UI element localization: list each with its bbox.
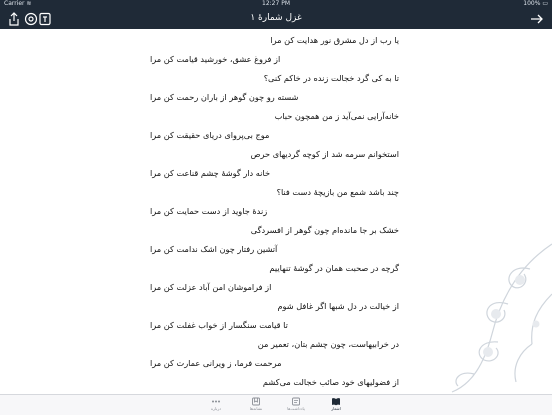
tab-poems[interactable]: اشعار xyxy=(316,395,356,415)
poem-line: استخوانم سرمه شد از کوچه گردیهای حرص xyxy=(250,149,399,159)
tab-label: نشانه‌ها xyxy=(249,406,263,411)
tab-label: درباره xyxy=(210,406,222,411)
poem-line: تا قیامت سنگسار از خواب غفلت کن مرا xyxy=(150,320,288,330)
poem-line: شسته رو چون گوهر از باران رحمت کن مرا xyxy=(150,92,299,102)
poem-line: گرچه در صحبت همان در گوشهٔ تنهاییم xyxy=(269,263,399,273)
note-icon xyxy=(292,397,300,406)
tab-label: یادداشت‌ها xyxy=(287,406,305,411)
tab-bar: درباره نشانه‌ها یادداشت‌ها اشعار xyxy=(0,394,552,415)
page-title: غزل شمارهٔ ۱ xyxy=(250,13,302,23)
poem-line: زندهٔ جاوید از دست حمایت کن مرا xyxy=(150,206,268,216)
status-time: 12:27 PM xyxy=(262,0,290,7)
poem-line: از فضولیهای خود صائب خجالت می‌کشم xyxy=(262,377,399,387)
poem-line: خشک بر جا مانده‌ام چون گوهر از افسردگی xyxy=(250,225,399,235)
poem-content: یا رب از دل مشرق نور هدایت کن مرا از فرو… xyxy=(0,29,552,394)
status-bar: Carrier ≋ 12:27 PM 100% ▭ xyxy=(0,0,552,8)
poem-line: در خرابیهاست، چون چشم بتان، تعمیر من xyxy=(257,339,399,349)
poem-line: آتشین رفتار چون اشک ندامت کن مرا xyxy=(150,244,278,254)
poem-line: خانه دار گوشهٔ چشم قناعت کن مرا xyxy=(150,168,271,178)
tab-notes[interactable]: یادداشت‌ها xyxy=(276,395,316,415)
back-arrow-icon[interactable] xyxy=(530,11,544,25)
poem-line: چند باشد شمع من بازیچهٔ دست فنا؟ xyxy=(276,187,399,197)
floral-decoration-icon xyxy=(451,243,552,393)
info-icon xyxy=(212,400,220,403)
poem-line: یا رب از دل مشرق نور هدایت کن مرا xyxy=(270,35,399,45)
tab-about[interactable]: درباره xyxy=(196,395,236,415)
battery-indicator: 100% ▭ xyxy=(523,0,548,7)
poem-line: تا به کی گرد خجالت زنده در خاکم کنی؟ xyxy=(263,73,399,83)
poem-line: از فراموشان امن آباد عزلت کن مرا xyxy=(150,282,272,292)
poem-line: موج بی‌پروای دریای حقیقت کن مرا xyxy=(150,130,270,140)
poem-line: مرحمت فرما، ز ویرانی عمارت کن مرا xyxy=(150,358,282,368)
poem-line: خانه‌آرایی نمی‌آید ز من همچون حباب xyxy=(274,111,399,121)
poem-line: از فروغ عشق، خورشید قیامت کن مرا xyxy=(150,54,281,64)
bookmark-icon xyxy=(252,397,260,406)
tab-label: اشعار xyxy=(331,406,341,411)
tab-bookmarks[interactable]: نشانه‌ها xyxy=(236,395,276,415)
navigation-bar: غزل شمارهٔ ۱ xyxy=(0,8,552,29)
poem-line: از خیالت در دل شبها اگر غافل شوم xyxy=(277,301,399,311)
book-icon xyxy=(332,398,340,406)
